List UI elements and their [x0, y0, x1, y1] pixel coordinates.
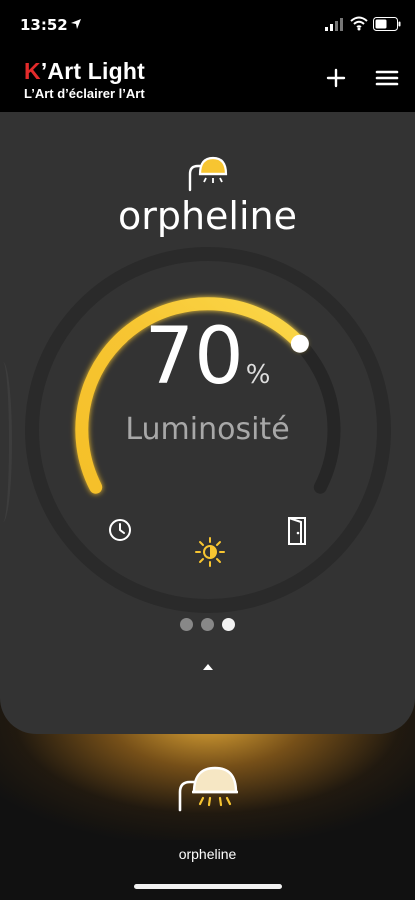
light-name: orpheline — [117, 194, 298, 238]
brightness-value: 70 — [144, 312, 244, 402]
brightness-sun-icon[interactable] — [194, 536, 226, 568]
page-dot[interactable] — [180, 618, 193, 631]
device-tile-label[interactable]: orpheline — [0, 846, 415, 862]
location-arrow-icon — [71, 19, 81, 29]
chevron-up-icon — [203, 664, 213, 670]
add-button[interactable] — [322, 64, 350, 92]
brightness-readout: 70% — [0, 312, 415, 402]
wifi-icon — [350, 16, 368, 31]
app-screen: 13:52 K’Art Light L’Art d’éclairer l’Art — [0, 0, 415, 900]
cellular-signal-icon — [325, 18, 343, 31]
plus-icon — [326, 68, 346, 88]
brightness-unit: % — [245, 360, 271, 390]
ceiling-lamp-icon[interactable] — [176, 758, 240, 812]
hamburger-menu-icon — [375, 70, 399, 86]
brand-tagline: L’Art d’éclairer l’Art — [24, 86, 145, 101]
brand-logo: K’Art Light — [24, 58, 145, 85]
page-dot[interactable] — [201, 618, 214, 631]
home-indicator[interactable] — [134, 884, 282, 889]
brand-logo-k: K — [24, 58, 41, 84]
menu-button[interactable] — [372, 64, 402, 92]
door-sensor-icon[interactable] — [286, 516, 310, 546]
brightness-label: Luminosité — [125, 412, 290, 447]
app-header: K’Art Light L’Art d’éclairer l’Art — [0, 48, 415, 112]
clock-icon[interactable] — [106, 516, 134, 544]
battery-icon — [373, 17, 401, 31]
expand-up-button[interactable] — [200, 660, 216, 672]
page-indicator[interactable] — [0, 618, 415, 631]
lamp-icon — [188, 156, 228, 192]
status-time: 13:52 — [20, 16, 68, 34]
brand-logo-text: ’Art Light — [40, 58, 146, 84]
page-dot[interactable] — [222, 618, 235, 631]
status-bar: 13:52 — [0, 0, 415, 48]
light-control-card[interactable]: orpheline 70% Luminosité — [0, 112, 415, 734]
